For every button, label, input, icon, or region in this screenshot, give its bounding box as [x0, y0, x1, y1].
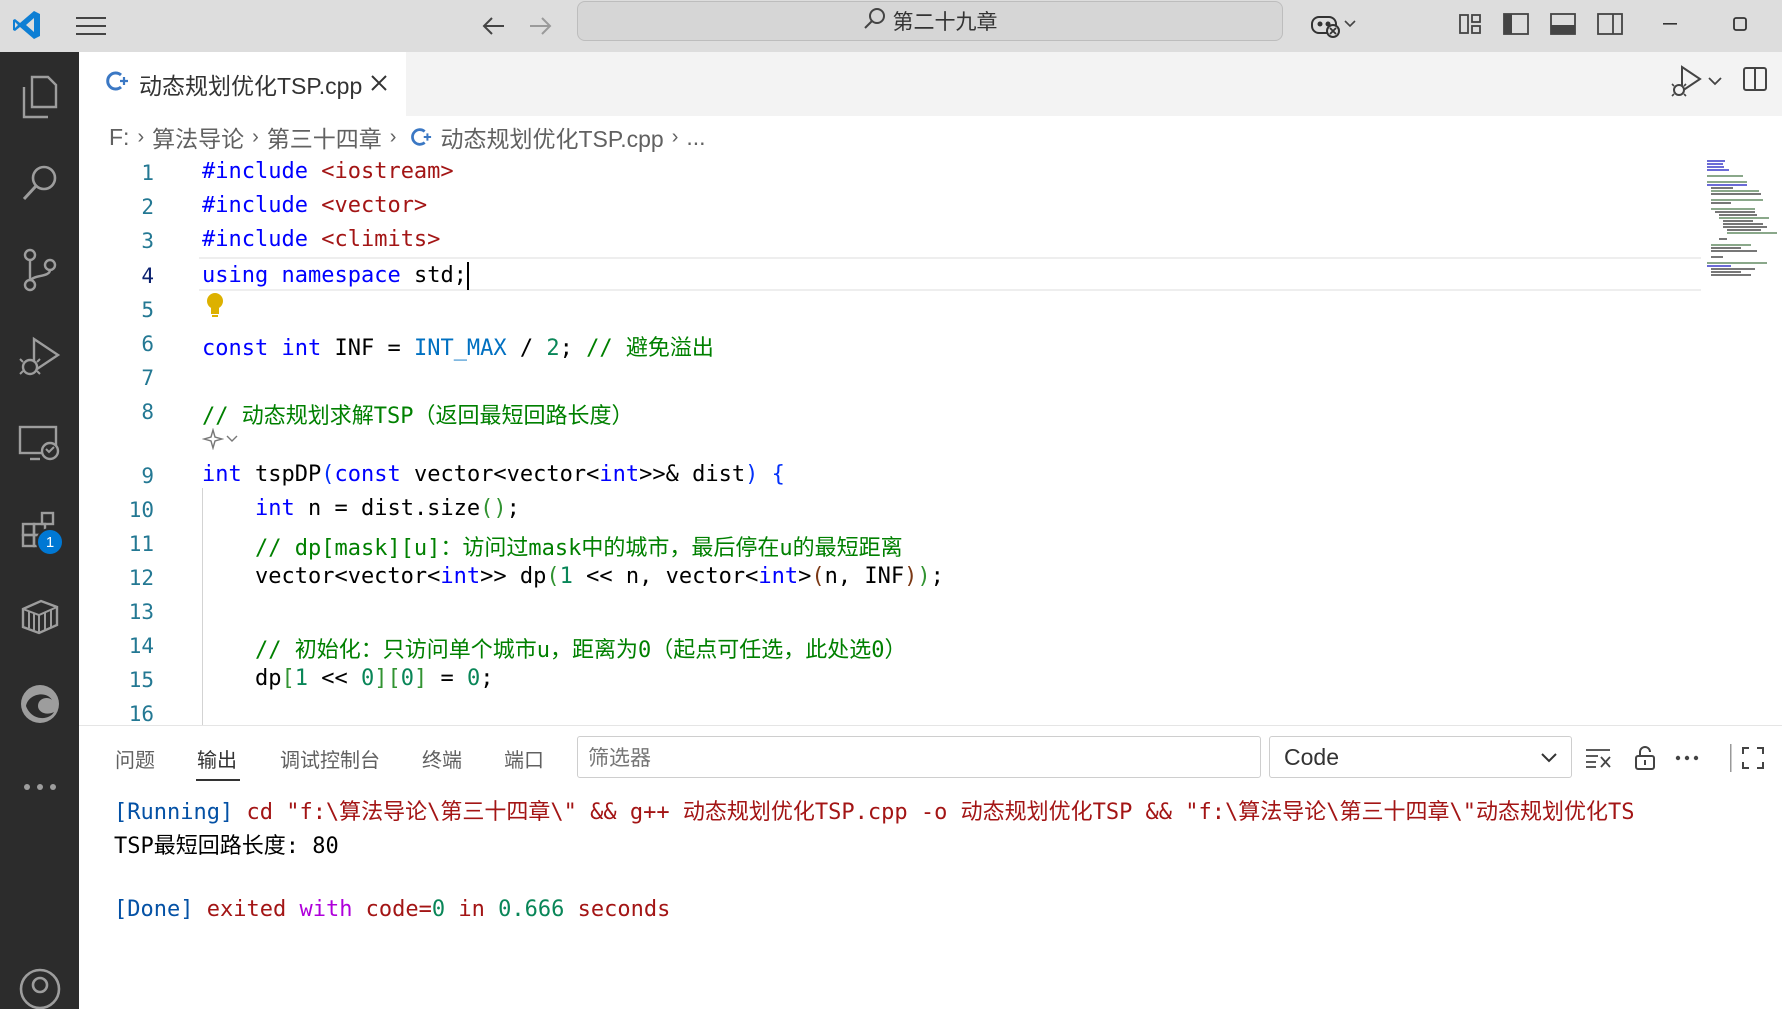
line-number: 10 — [128, 498, 154, 522]
output-line-running: [Running] cd "f:\算法导论\第三十四章\" && g++ 动态规… — [114, 800, 1635, 825]
edge-devtools-icon[interactable] — [0, 669, 79, 739]
breadcrumb-item-file[interactable]: 动态规划优化TSP.cpp — [440, 120, 663, 154]
extensions-icon[interactable]: 1 — [0, 495, 79, 565]
output-line-result: TSP最短回路长度: 80 — [114, 834, 339, 859]
code-line: // dp[mask][u]：访问过mask中的城市，最后停在u的最短距离 — [254, 536, 903, 561]
split-editor-icon[interactable] — [1742, 66, 1768, 96]
line-number: 14 — [128, 634, 154, 658]
lightbulb-icon[interactable] — [205, 292, 225, 322]
more-actions-icon[interactable] — [1671, 742, 1703, 774]
line-number: 7 — [141, 366, 154, 390]
bottom-panel: 问题 输出 调试控制台 终端 端口 筛选器 Code [Running] cd … — [79, 725, 1782, 1009]
search-icon — [863, 7, 887, 36]
editor-tab-bar: 动态规划优化TSP.cpp — [79, 52, 1782, 116]
command-center-label: 第二十九章 — [892, 10, 998, 34]
code-line: int n = dist.size(); — [254, 496, 520, 521]
tab-label: 动态规划优化TSP.cpp — [139, 73, 363, 99]
maximize-panel-icon[interactable] — [1737, 742, 1769, 774]
line-number: 6 — [141, 332, 154, 356]
tab-editor-file[interactable]: 动态规划优化TSP.cpp — [79, 52, 406, 116]
command-center-search[interactable]: 第二十九章 — [577, 1, 1283, 41]
chevron-right-icon: › — [137, 125, 145, 148]
code-line: const int INF = INT_MAX / 2; // 避免溢出 — [202, 336, 714, 361]
run-debug-icon[interactable] — [0, 322, 79, 392]
containers-icon[interactable] — [0, 582, 79, 652]
breadcrumb: F: › 算法导论 › 第三十四章 › 动态规划优化TSP.cpp › ... — [79, 116, 1782, 158]
copilot-icon[interactable] — [1303, 6, 1363, 42]
code-editor[interactable]: 1 2 3 4 5 6 7 8 9 10 11 12 13 14 15 16 #… — [79, 158, 1782, 725]
filter-placeholder: 筛选器 — [588, 747, 651, 770]
customize-layout-icon[interactable] — [1452, 6, 1488, 42]
output-line-done: [Done] exited with code=0 in 0.666 secon… — [114, 897, 671, 922]
line-number: 13 — [128, 600, 154, 624]
chevron-right-icon: › — [671, 125, 679, 148]
line-number: 4 — [141, 264, 154, 288]
tab-output[interactable]: 输出 — [197, 744, 237, 773]
active-tab-indicator — [196, 779, 240, 781]
line-number: 11 — [128, 532, 154, 556]
output-filter-input[interactable]: 筛选器 — [577, 736, 1261, 778]
code-line: dp[1 << 0][0] = 0; — [202, 666, 494, 691]
line-number: 5 — [141, 298, 154, 322]
code-line: using namespace std; — [202, 262, 469, 290]
line-number: 3 — [141, 229, 154, 253]
close-icon[interactable] — [366, 70, 392, 96]
editor-actions — [1670, 64, 1782, 98]
code-line: // 动态规划求解TSP（返回最短回路长度） — [202, 404, 634, 429]
lock-icon[interactable] — [1629, 742, 1661, 774]
remote-explorer-icon[interactable] — [0, 408, 79, 478]
forward-arrow-icon[interactable] — [522, 8, 558, 44]
codelens-sparkle-icon[interactable] — [202, 428, 238, 450]
line-number: 8 — [141, 400, 154, 424]
tab-debug-console[interactable]: 调试控制台 — [280, 744, 380, 773]
code-line: #include <iostream> — [202, 159, 454, 184]
line-number: 15 — [128, 668, 154, 692]
vscode-logo-icon — [6, 4, 48, 46]
source-control-icon[interactable] — [0, 235, 79, 305]
back-arrow-icon[interactable] — [476, 8, 512, 44]
clear-output-icon[interactable] — [1582, 742, 1614, 774]
toggle-panel-icon[interactable] — [1545, 6, 1581, 42]
toggle-secondary-sidebar-icon[interactable] — [1592, 6, 1628, 42]
explorer-icon[interactable] — [0, 62, 79, 132]
menu-icon[interactable] — [70, 8, 112, 44]
title-bar: 第二十九章 — [0, 0, 1782, 52]
breadcrumb-item-folder[interactable]: 算法导论 — [152, 120, 244, 154]
cpp-file-icon — [410, 126, 432, 148]
line-number: 2 — [141, 195, 154, 219]
tab-ports[interactable]: 端口 — [504, 744, 544, 773]
breadcrumb-item-symbol[interactable]: ... — [686, 124, 705, 151]
search-icon[interactable] — [0, 148, 79, 218]
minimap[interactable] — [1707, 158, 1782, 278]
more-icon[interactable] — [0, 752, 79, 822]
line-number: 12 — [128, 566, 154, 590]
activity-bar: 1 — [0, 52, 79, 1009]
tab-problems[interactable]: 问题 — [115, 744, 155, 773]
output-channel-select[interactable]: Code — [1269, 736, 1572, 778]
accounts-icon[interactable] — [0, 954, 79, 1009]
extensions-badge: 1 — [36, 528, 64, 556]
breadcrumb-item-drive[interactable]: F: — [109, 124, 129, 151]
toggle-sidebar-icon[interactable] — [1498, 6, 1534, 42]
chevron-right-icon: › — [389, 125, 397, 148]
line-number: 16 — [128, 702, 154, 725]
minimize-icon[interactable] — [1652, 6, 1688, 42]
code-line: int tspDP(const vector<vector<int>>& dis… — [202, 462, 785, 487]
code-line: // 初始化：只访问单个城市u，距离为0（起点可任选，此处选0） — [254, 638, 907, 663]
tab-terminal[interactable]: 终端 — [422, 744, 462, 773]
output-channel-value: Code — [1284, 743, 1339, 770]
code-line: #include <vector> — [202, 193, 428, 218]
code-line: #include <climits> — [202, 227, 441, 252]
line-number: 9 — [141, 464, 154, 488]
text-cursor — [466, 262, 469, 290]
maximize-icon[interactable] — [1722, 6, 1758, 42]
code-line: vector<vector<int>> dp(1 << n, vector<in… — [202, 564, 944, 589]
chevron-right-icon: › — [252, 125, 259, 148]
breadcrumb-item-subfolder[interactable]: 第三十四章 — [267, 120, 382, 154]
cpp-file-icon — [105, 69, 129, 99]
panel-tabs: 问题 输出 调试控制台 终端 端口 筛选器 Code — [79, 726, 1782, 786]
run-code-icon[interactable] — [1670, 64, 1722, 98]
chevron-down-icon — [1539, 747, 1559, 774]
line-number: 1 — [141, 161, 154, 185]
